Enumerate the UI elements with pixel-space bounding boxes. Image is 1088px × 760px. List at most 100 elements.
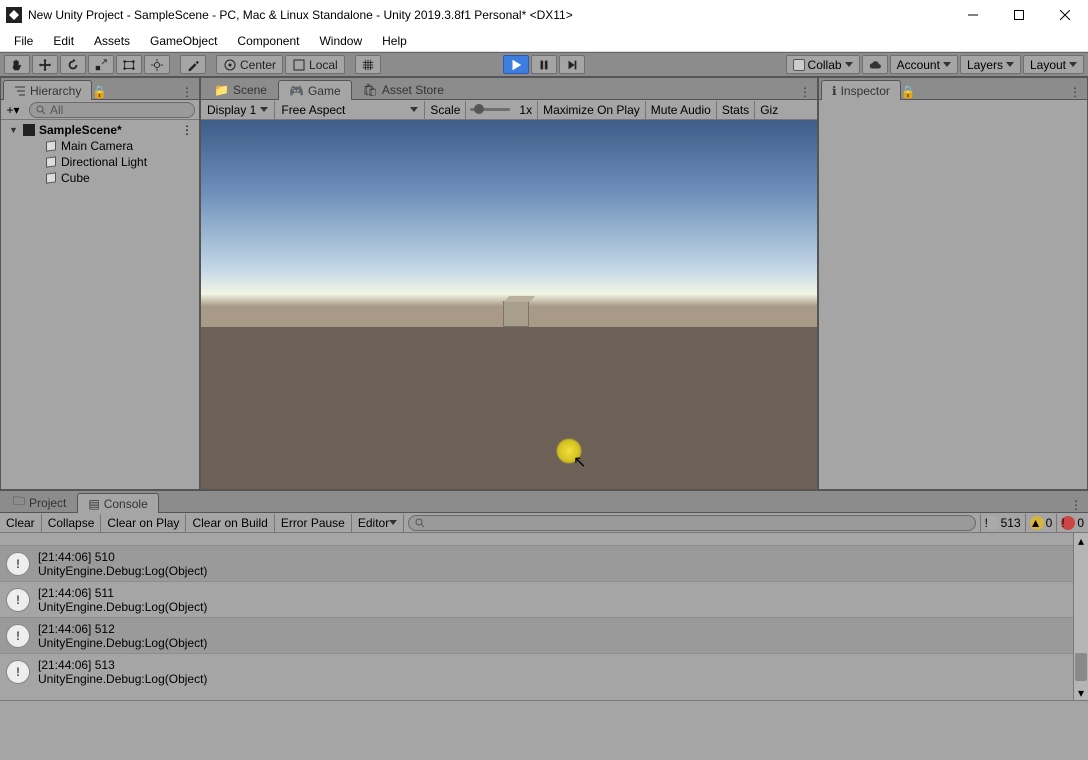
chevron-down-icon <box>845 62 853 67</box>
console-detail-pane <box>0 700 1088 760</box>
error-pause-toggle[interactable]: Error Pause <box>275 514 352 532</box>
inspector-panel: ℹInspector 🔒 ⋮ <box>818 77 1088 490</box>
create-dropdown[interactable]: +▾ <box>1 103 25 117</box>
info-count-toggle[interactable]: !513 <box>980 514 1025 532</box>
window-maximize-button[interactable] <box>996 0 1042 30</box>
error-count-toggle[interactable]: !0 <box>1056 514 1088 532</box>
window-minimize-button[interactable] <box>950 0 996 30</box>
pivot-mode-label: Center <box>240 58 276 72</box>
panel-menu-icon[interactable]: ⋮ <box>1063 85 1087 99</box>
hierarchy-search-input[interactable]: All <box>29 102 195 118</box>
tab-project[interactable]: 🗀Project <box>2 492 77 512</box>
log-entry[interactable] <box>0 533 1088 545</box>
collab-dropdown[interactable]: Collab <box>786 55 860 74</box>
folder-icon: 🗀 <box>13 492 25 513</box>
tab-scene[interactable]: 📁Scene <box>203 79 278 99</box>
mute-audio-toggle[interactable]: Mute Audio <box>646 101 717 119</box>
game-viewport[interactable]: ↖ <box>201 120 817 489</box>
expand-arrow-icon[interactable]: ▼ <box>9 125 19 135</box>
layout-dropdown[interactable]: Layout <box>1023 55 1084 74</box>
display-label: Display 1 <box>207 103 256 117</box>
menu-component[interactable]: Component <box>229 32 307 50</box>
collapse-toggle[interactable]: Collapse <box>42 514 102 532</box>
collab-label: Collab <box>808 58 842 72</box>
gameobject-icon <box>45 140 57 152</box>
aspect-select[interactable]: Free Aspect <box>275 101 425 119</box>
tab-asset-store[interactable]: 🛍Asset Store <box>352 79 455 99</box>
hand-tool-button[interactable] <box>4 55 30 74</box>
clear-button[interactable]: Clear <box>0 514 42 532</box>
log-entry[interactable]: ! [21:44:06] 511UnityEngine.Debug:Log(Ob… <box>0 581 1088 617</box>
tab-scene-label: Scene <box>233 83 267 97</box>
scene-node[interactable]: ▼ SampleScene* ⋮ <box>1 122 199 138</box>
tab-inspector[interactable]: ℹInspector <box>821 80 901 100</box>
menu-help[interactable]: Help <box>374 32 415 50</box>
scroll-down-icon[interactable]: ▾ <box>1074 685 1088 700</box>
window-title: New Unity Project - SampleScene - PC, Ma… <box>28 8 950 22</box>
hierarchy-item-main-camera[interactable]: Main Camera <box>1 138 199 154</box>
window-close-button[interactable] <box>1042 0 1088 30</box>
pivot-mode-button[interactable]: Center <box>216 55 283 74</box>
console-scrollbar[interactable]: ▴ ▾ <box>1073 533 1088 700</box>
menu-window[interactable]: Window <box>311 32 370 50</box>
lock-icon[interactable]: 🔒 <box>92 85 106 99</box>
info-icon: ! <box>985 516 999 530</box>
console-log-list[interactable]: ! [21:44:06] 510UnityEngine.Debug:Log(Ob… <box>0 533 1088 700</box>
scrollbar-thumb[interactable] <box>1075 653 1087 681</box>
scale-slider[interactable] <box>470 108 510 111</box>
panel-menu-icon[interactable]: ⋮ <box>1064 498 1088 512</box>
search-icon <box>36 105 46 115</box>
custom-tools-button[interactable] <box>180 55 206 74</box>
scene-menu-icon[interactable]: ⋮ <box>181 123 199 137</box>
pivot-space-button[interactable]: Local <box>285 55 345 74</box>
menu-file[interactable]: File <box>6 32 41 50</box>
gizmos-toggle[interactable]: Giz <box>755 101 783 119</box>
window-titlebar: New Unity Project - SampleScene - PC, Ma… <box>0 0 1088 30</box>
info-icon: ! <box>6 624 30 648</box>
cloud-button[interactable] <box>862 55 888 74</box>
search-placeholder: All <box>50 103 63 117</box>
rotate-tool-button[interactable] <box>60 55 86 74</box>
rect-tool-button[interactable] <box>116 55 142 74</box>
log-entry[interactable]: ! [21:44:06] 513UnityEngine.Debug:Log(Ob… <box>0 653 1088 689</box>
transform-tool-button[interactable] <box>144 55 170 74</box>
tab-console[interactable]: ▤Console <box>77 493 158 513</box>
display-select[interactable]: Display 1 <box>201 101 275 119</box>
scale-tool-button[interactable] <box>88 55 114 74</box>
panel-menu-icon[interactable]: ⋮ <box>175 85 199 99</box>
account-dropdown[interactable]: Account <box>890 55 958 74</box>
tab-hierarchy[interactable]: Hierarchy <box>3 80 92 100</box>
pause-button[interactable] <box>531 55 557 74</box>
grid-snap-button[interactable] <box>355 55 381 74</box>
collab-check-icon <box>793 59 805 71</box>
gameobject-icon <box>45 172 57 184</box>
game-panel: 📁Scene 🎮Game 🛍Asset Store ⋮ Display 1 Fr… <box>200 77 818 490</box>
menu-edit[interactable]: Edit <box>45 32 82 50</box>
warning-icon: ▲ <box>1030 516 1044 530</box>
stats-toggle[interactable]: Stats <box>717 101 755 119</box>
main-area: Hierarchy 🔒 ⋮ +▾ All ▼ SampleScene* ⋮ Ma… <box>0 77 1088 490</box>
log-entry[interactable]: ! [21:44:06] 510UnityEngine.Debug:Log(Ob… <box>0 545 1088 581</box>
editor-dropdown[interactable]: Editor <box>352 514 404 532</box>
panel-menu-icon[interactable]: ⋮ <box>793 85 817 99</box>
log-entry[interactable]: ! [21:44:06] 512UnityEngine.Debug:Log(Ob… <box>0 617 1088 653</box>
clear-on-build-toggle[interactable]: Clear on Build <box>186 514 274 532</box>
tab-game[interactable]: 🎮Game <box>278 80 352 100</box>
clear-on-play-toggle[interactable]: Clear on Play <box>101 514 186 532</box>
hierarchy-item-cube[interactable]: Cube <box>1 170 199 186</box>
scroll-up-icon[interactable]: ▴ <box>1074 533 1088 548</box>
menu-gameobject[interactable]: GameObject <box>142 32 225 50</box>
center-tabstrip: 📁Scene 🎮Game 🛍Asset Store ⋮ <box>201 78 817 100</box>
step-button[interactable] <box>559 55 585 74</box>
console-search-input[interactable] <box>408 515 975 531</box>
layers-dropdown[interactable]: Layers <box>960 55 1021 74</box>
hierarchy-tabstrip: Hierarchy 🔒 ⋮ <box>1 78 199 100</box>
tab-inspector-label: Inspector <box>841 84 890 98</box>
lock-icon[interactable]: 🔒 <box>901 85 915 99</box>
maximize-on-play-toggle[interactable]: Maximize On Play <box>538 101 646 119</box>
play-button[interactable] <box>503 55 529 74</box>
menu-assets[interactable]: Assets <box>86 32 138 50</box>
move-tool-button[interactable] <box>32 55 58 74</box>
warn-count-toggle[interactable]: ▲0 <box>1025 514 1057 532</box>
hierarchy-item-directional-light[interactable]: Directional Light <box>1 154 199 170</box>
